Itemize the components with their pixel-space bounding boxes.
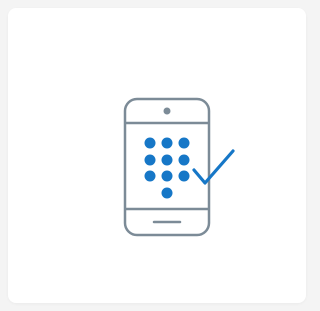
keypad-dot [161,154,173,166]
phone-body-outline [123,97,211,237]
keypad-dot [178,137,190,149]
checkmark-icon [192,149,235,185]
keypad-dot [144,154,156,166]
keypad-dot [161,170,173,182]
keypad-dot [144,170,156,182]
keypad-dot [178,154,190,166]
phone-verification-card [8,8,306,303]
keypad-dot [178,170,190,182]
keypad-dot [144,137,156,149]
phone-camera-icon [163,107,171,115]
keypad-dot [161,187,173,199]
phone-keypad-check-icon [123,97,235,237]
keypad-dots [144,137,190,199]
keypad-dot [161,137,173,149]
